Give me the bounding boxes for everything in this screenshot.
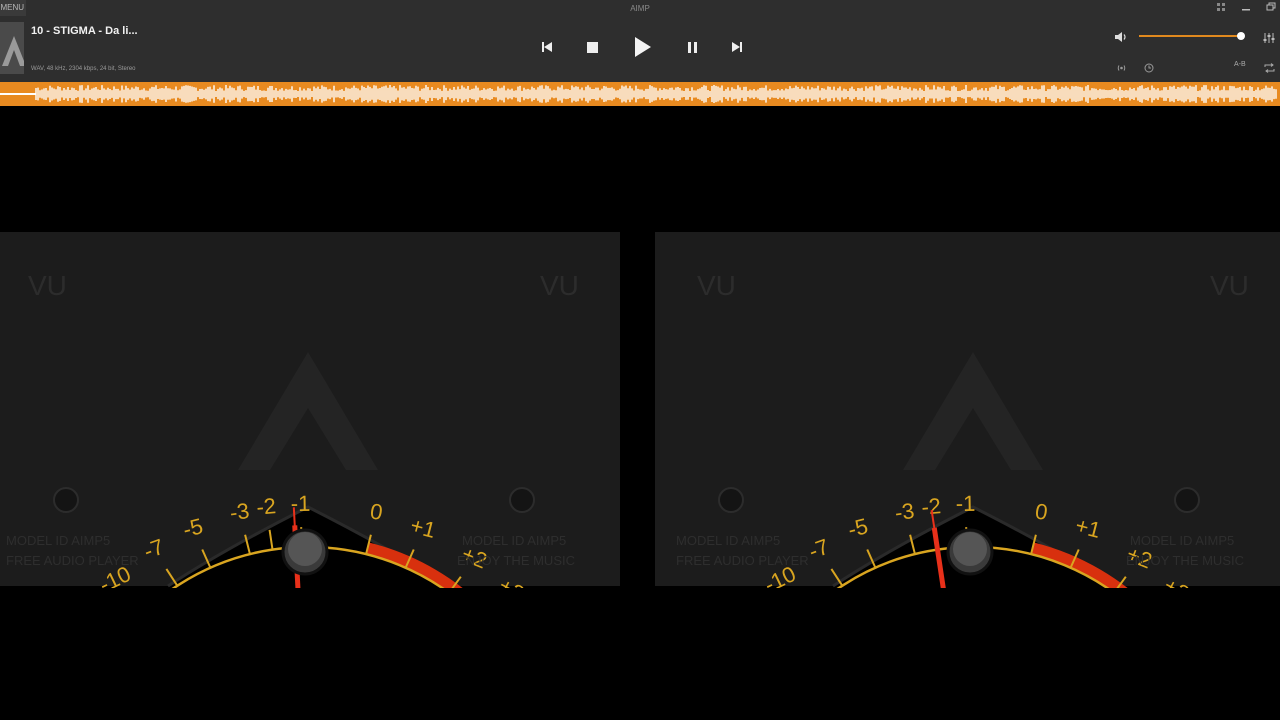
waveform-seekbar[interactable] (0, 82, 1280, 106)
volume-icon[interactable] (1114, 30, 1128, 48)
scale-label: -2 (255, 493, 277, 520)
vu-label-left: VU (697, 270, 736, 301)
scale-tick (268, 529, 274, 550)
track-title: 10 - STIGMA - Da li... (31, 25, 138, 37)
vu-footer-left-1: MODEL ID AIMP5 (6, 533, 111, 548)
vu-meter-left: -20-10-7-5-3-2-10+1+2+3 VU VU MODEL ID A… (0, 232, 620, 588)
scale-label: -3 (228, 498, 251, 526)
compact-icon[interactable] (1212, 2, 1230, 16)
radio-icon[interactable] (1116, 60, 1127, 78)
volume-slider[interactable] (1139, 32, 1245, 40)
album-art[interactable] (0, 22, 24, 74)
ab-repeat-button[interactable]: A-B (1234, 61, 1246, 68)
vu-meter-right: -20-10-7-5-3-2-10+1+2+3 VU VU MODEL ID A… (655, 232, 1280, 588)
pause-icon[interactable] (683, 38, 701, 56)
app-title: AIMP (630, 4, 650, 13)
equalizer-icon[interactable] (1263, 31, 1275, 49)
screw-right (509, 487, 535, 513)
timer-icon[interactable] (1144, 60, 1154, 78)
needle-hub-top (953, 532, 987, 566)
repeat-icon[interactable] (1264, 60, 1275, 78)
screw-right (1174, 487, 1200, 513)
vu-label-left: VU (28, 270, 67, 301)
play-icon[interactable] (630, 34, 656, 60)
menu-button[interactable]: MENU (0, 0, 26, 16)
vu-footer-left-1: MODEL ID AIMP5 (676, 533, 781, 548)
scale-label: -1 (956, 491, 976, 516)
vu-footer-right-1: MODEL ID AIMP5 (1130, 533, 1235, 548)
screw-left (718, 487, 744, 513)
vu-footer-left-2: FREE AUDIO PLAYER (6, 553, 139, 568)
screw-left (53, 487, 79, 513)
previous-icon[interactable] (538, 38, 556, 56)
vu-footer-left-2: FREE AUDIO PLAYER (676, 553, 809, 568)
waveform (0, 85, 1277, 103)
vu-footer-right-2: ENJOY THE MUSIC (1126, 553, 1244, 568)
needle-hub-top (288, 532, 322, 566)
restore-icon[interactable] (1262, 2, 1280, 16)
stop-icon[interactable] (583, 38, 601, 56)
needle (931, 527, 946, 588)
volume-fill (1139, 35, 1241, 37)
player-header: MENU AIMP 10 - STIGMA - Da li... WAV, 48… (0, 0, 1280, 82)
track-info: WAV, 48 kHz, 2304 kbps, 24 bit, Stereo (31, 66, 136, 72)
vu-label-right: VU (540, 270, 579, 301)
waveform-baseline (0, 93, 36, 95)
vu-footer-right-1: MODEL ID AIMP5 (462, 533, 567, 548)
minimize-icon[interactable] (1237, 2, 1255, 16)
vu-label-right: VU (1210, 270, 1249, 301)
scale-label: -3 (893, 498, 916, 526)
vu-footer-right-2: ENJOY THE MUSIC (457, 553, 575, 568)
scale-label: -2 (920, 493, 942, 520)
waveform-trace (35, 85, 1277, 103)
next-icon[interactable] (728, 38, 746, 56)
menu-label: MENU (0, 3, 24, 12)
volume-knob[interactable] (1236, 32, 1245, 40)
